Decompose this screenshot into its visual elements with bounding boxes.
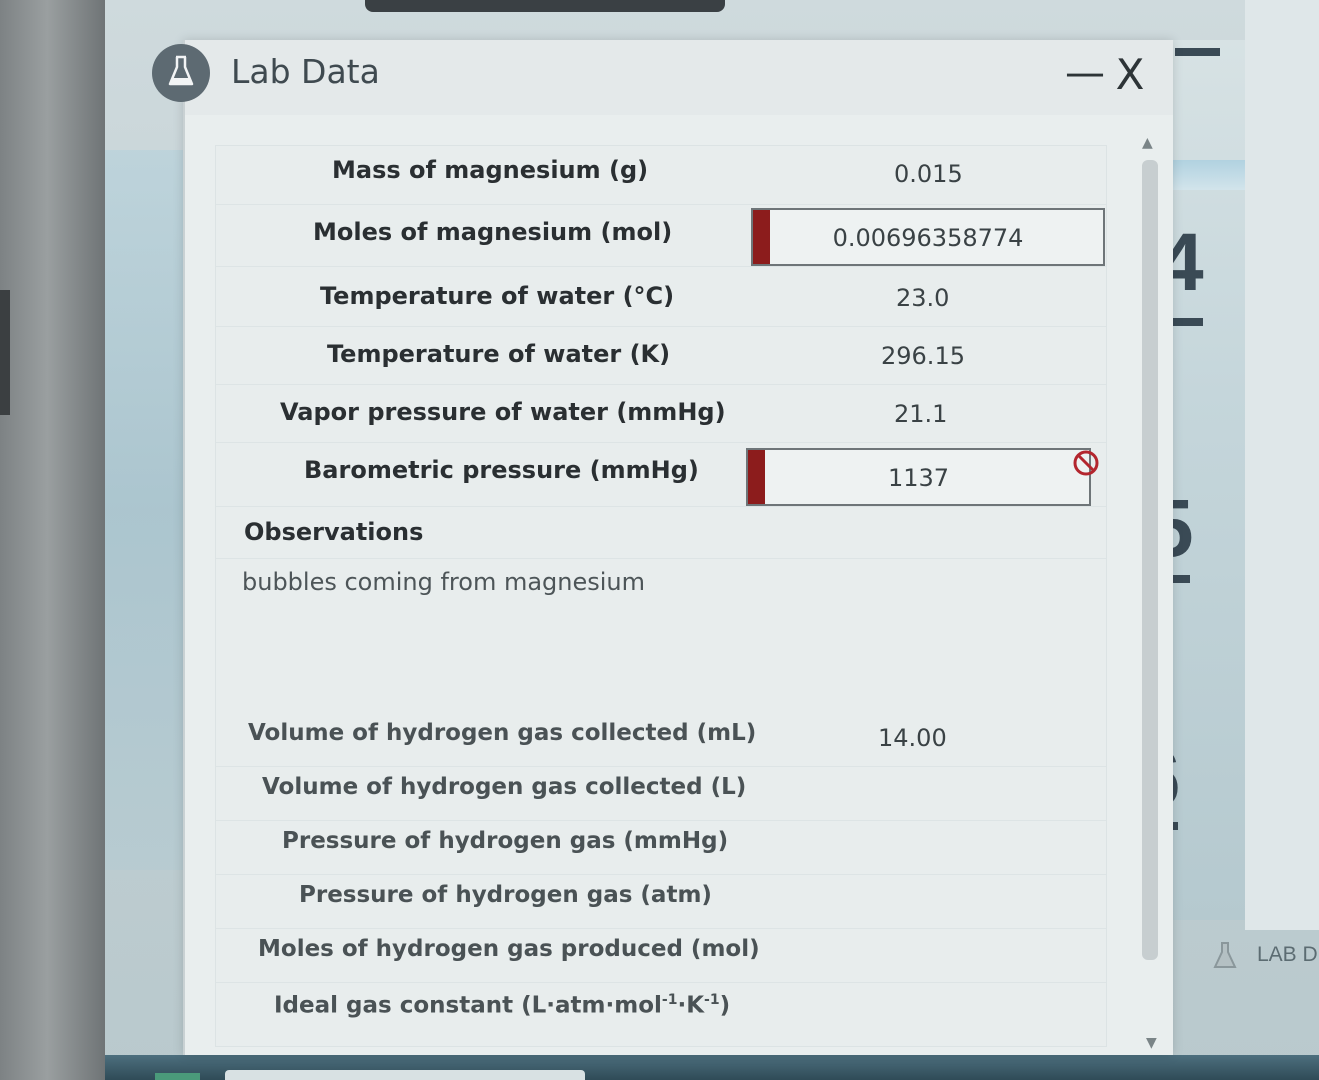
row-value: 0.015 [894,160,963,188]
close-button[interactable]: X [1110,50,1150,100]
observations-text: bubbles coming from magnesium [242,568,646,596]
lab-data-badge [152,44,210,102]
row-label: Pressure of hydrogen gas (mmHg) [282,828,729,854]
window-title: Lab Data [231,52,380,91]
label-text: ) [719,992,731,1019]
bottom-bar [105,1055,1319,1080]
minimize-button[interactable]: — [1065,50,1105,96]
flask-icon [166,54,196,92]
input-value: 0.00696358774 [832,224,1024,252]
row-value: 23.0 [896,284,950,312]
row-label: Pressure of hydrogen gas (atm) [299,882,712,908]
bottom-indicator [155,1073,200,1080]
table-row: Pressure of hydrogen gas (atm) [216,874,1106,929]
lab-data-window: Lab Data — X Mass of magnesium (g) 0.015… [183,40,1173,1055]
row-label: Temperature of water (K) [327,340,671,368]
table-row: Pressure of hydrogen gas (mmHg) [216,820,1106,875]
bottom-tab[interactable] [225,1070,585,1080]
table-row: Vapor pressure of water (mmHg) 21.1 [216,384,1106,443]
row-label: Volume of hydrogen gas collected (L) [262,774,747,800]
table-row: Barometric pressure (mmHg) 1137 [216,442,1106,507]
table-row: Ideal gas constant (L·atm·mol-1·K-1) [216,982,1106,1044]
table-row: Moles of hydrogen gas produced (mol) [216,928,1106,983]
scale-mark [1175,48,1220,56]
lab-data-table: Mass of magnesium (g) 0.015 Moles of mag… [215,145,1107,1047]
table-row: Temperature of water (°C) 23.0 [216,266,1106,327]
observations-row: bubbles coming from magnesium [216,558,1106,708]
observations-header-row: Observations [216,506,1106,559]
table-row: Volume of hydrogen gas collected (mL) 14… [216,708,1106,767]
label-text: ·K [677,992,705,1019]
scrollbar-thumb[interactable] [1142,160,1158,960]
flask-icon [1212,941,1238,975]
table-row: Moles of magnesium (mol) 0.00696358774 [216,204,1106,267]
row-label: Mass of magnesium (g) [332,156,649,184]
table-row: Volume of hydrogen gas collected (L) [216,766,1106,821]
table-row: Mass of magnesium (g) 0.015 [216,146,1106,205]
moles-magnesium-input[interactable]: 0.00696358774 [751,208,1105,266]
scroll-down-arrow-icon[interactable]: ▼ [1146,1035,1157,1051]
observations-heading: Observations [244,518,424,546]
row-value: 14.00 [878,724,947,752]
scroll-up-arrow-icon[interactable]: ▲ [1142,135,1153,151]
label-text: Ideal gas constant (L·atm·mol [274,992,662,1019]
tab-lab-data[interactable]: LAB D [1257,943,1318,967]
row-label: Moles of hydrogen gas produced (mol) [258,936,760,962]
row-label: Temperature of water (°C) [320,282,675,310]
barometric-pressure-input[interactable]: 1137 [746,448,1091,506]
monitor-bezel [0,0,105,1080]
window-titlebar[interactable]: Lab Data — X [185,40,1173,115]
top-toolbar-edge [365,0,725,12]
row-value: 21.1 [894,400,948,428]
row-label: Ideal gas constant (L·atm·mol-1·K-1) [274,992,730,1019]
row-label: Moles of magnesium (mol) [313,218,673,246]
label-superscript: -1 [661,992,678,1008]
row-label: Barometric pressure (mmHg) [304,456,699,484]
input-value: 1137 [887,464,950,492]
right-panel [1245,0,1319,930]
bezel-edge [0,290,10,415]
table-row: Temperature of water (K) 296.15 [216,326,1106,385]
row-label: Volume of hydrogen gas collected (mL) [248,720,757,746]
scrollbar[interactable]: ▲ ▼ [1140,135,1162,1051]
label-superscript: -1 [704,992,720,1008]
invalid-icon [1071,448,1101,482]
row-label: Vapor pressure of water (mmHg) [280,398,726,426]
row-value: 296.15 [881,342,965,370]
